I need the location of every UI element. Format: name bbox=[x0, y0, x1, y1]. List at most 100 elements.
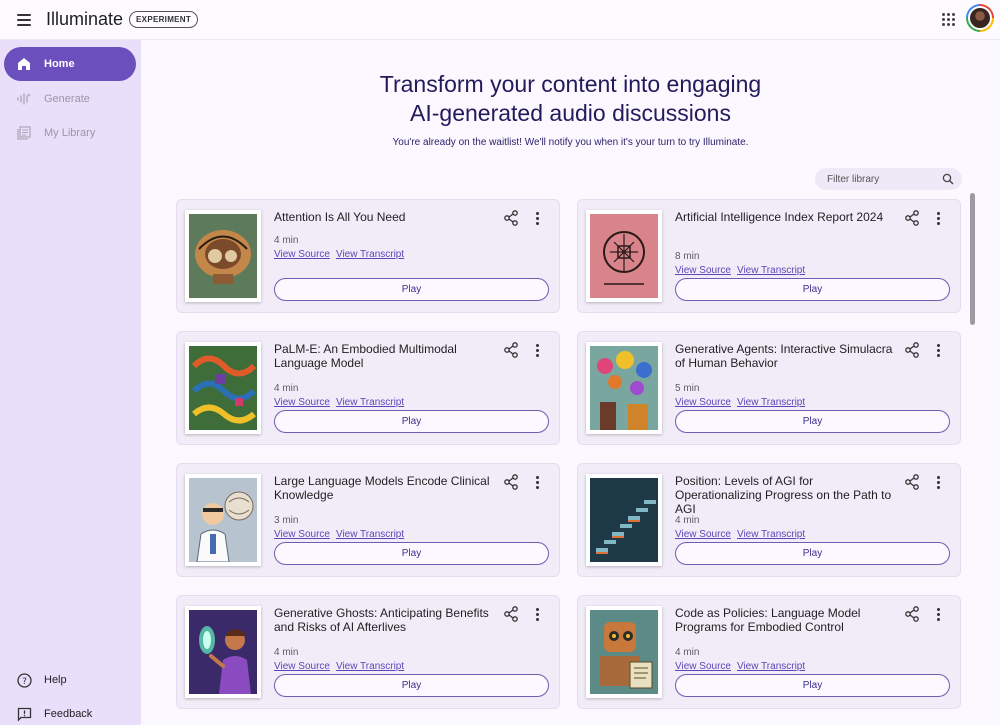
menu-icon[interactable] bbox=[10, 6, 38, 34]
card-links: View Source View Transcript bbox=[274, 661, 410, 672]
view-source-link[interactable]: View Source bbox=[675, 529, 731, 540]
sidebar-item-label: Home bbox=[44, 58, 75, 70]
card-title: Position: Levels of AGI for Operationali… bbox=[675, 474, 892, 516]
play-button[interactable]: Play bbox=[675, 542, 950, 565]
view-source-link[interactable]: View Source bbox=[274, 661, 330, 672]
card-title: Artificial Intelligence Index Report 202… bbox=[675, 210, 884, 224]
card-links: View Source View Transcript bbox=[274, 529, 410, 540]
view-source-link[interactable]: View Source bbox=[274, 397, 330, 408]
card-links: View Source View Transcript bbox=[274, 397, 410, 408]
play-button[interactable]: Play bbox=[675, 278, 950, 301]
help-label: Help bbox=[44, 674, 67, 686]
share-icon[interactable] bbox=[904, 210, 920, 226]
card-title: Code as Policies: Language Model Program… bbox=[675, 606, 861, 634]
more-options-icon[interactable] bbox=[533, 606, 541, 622]
experiment-badge: EXPERIMENT bbox=[129, 11, 199, 28]
share-icon[interactable] bbox=[503, 474, 519, 490]
avatar[interactable] bbox=[966, 4, 994, 32]
card-title: Generative Agents: Interactive Simulacra… bbox=[675, 342, 893, 370]
sidebar: Home Generate My Library ? Help Feedback bbox=[0, 40, 141, 725]
card-links: View Source View Transcript bbox=[675, 265, 811, 276]
card-duration: 4 min bbox=[274, 235, 299, 246]
library-icon bbox=[16, 125, 32, 141]
card-links: View Source View Transcript bbox=[675, 661, 811, 672]
waveform-icon bbox=[16, 91, 32, 107]
view-transcript-link[interactable]: View Transcript bbox=[336, 249, 404, 260]
share-icon[interactable] bbox=[503, 210, 519, 226]
card-duration: 4 min bbox=[274, 383, 299, 394]
view-transcript-link[interactable]: View Transcript bbox=[336, 529, 404, 540]
library-card: Large Language Models Encode Clinical Kn… bbox=[176, 463, 560, 577]
help-link[interactable]: ? Help bbox=[4, 666, 136, 694]
share-icon[interactable] bbox=[904, 342, 920, 358]
sidebar-item-label: Generate bbox=[44, 93, 90, 105]
thumbnail-image[interactable] bbox=[185, 474, 261, 566]
more-options-icon[interactable] bbox=[934, 210, 942, 226]
play-button[interactable]: Play bbox=[675, 674, 950, 697]
view-transcript-link[interactable]: View Transcript bbox=[737, 265, 805, 276]
card-duration: 4 min bbox=[675, 647, 700, 658]
view-transcript-link[interactable]: View Transcript bbox=[737, 529, 805, 540]
thumbnail-image[interactable] bbox=[586, 474, 662, 566]
card-duration: 3 min bbox=[274, 515, 299, 526]
card-title: Large Language Models Encode Clinical Kn… bbox=[274, 474, 490, 502]
library-card: Attention Is All You Need 4 min View Sourc… bbox=[176, 199, 560, 313]
play-button[interactable]: Play bbox=[274, 674, 549, 697]
thumbnail-image[interactable] bbox=[185, 606, 261, 698]
thumbnail-image[interactable] bbox=[185, 210, 261, 302]
share-icon[interactable] bbox=[503, 606, 519, 622]
more-options-icon[interactable] bbox=[934, 474, 942, 490]
scrollbar[interactable] bbox=[970, 193, 975, 325]
play-button[interactable]: Play bbox=[274, 410, 549, 433]
sidebar-item-label: My Library bbox=[44, 127, 96, 139]
share-icon[interactable] bbox=[904, 474, 920, 490]
more-options-icon[interactable] bbox=[934, 606, 942, 622]
library-card: PaLM-E: An Embodied Multimodal Language … bbox=[176, 331, 560, 445]
sidebar-item-my-library[interactable]: My Library bbox=[4, 116, 136, 150]
sidebar-item-home[interactable]: Home bbox=[4, 47, 136, 81]
page-title-line-2: AI-generated audio discussions bbox=[410, 100, 731, 126]
play-button[interactable]: Play bbox=[675, 410, 950, 433]
view-transcript-link[interactable]: View Transcript bbox=[737, 397, 805, 408]
filter-placeholder: Filter library bbox=[827, 173, 880, 185]
feedback-icon bbox=[16, 706, 32, 722]
view-transcript-link[interactable]: View Transcript bbox=[737, 661, 805, 672]
view-source-link[interactable]: View Source bbox=[675, 661, 731, 672]
card-duration: 4 min bbox=[274, 647, 299, 658]
search-icon[interactable] bbox=[942, 173, 954, 185]
play-button[interactable]: Play bbox=[274, 542, 549, 565]
share-icon[interactable] bbox=[503, 342, 519, 358]
view-transcript-link[interactable]: View Transcript bbox=[336, 397, 404, 408]
top-app-bar: Illuminate EXPERIMENT bbox=[0, 0, 1000, 40]
share-icon[interactable] bbox=[904, 606, 920, 622]
thumbnail-image[interactable] bbox=[586, 606, 662, 698]
library-card: Position: Levels of AGI for Operationali… bbox=[577, 463, 961, 577]
view-source-link[interactable]: View Source bbox=[675, 397, 731, 408]
more-options-icon[interactable] bbox=[934, 342, 942, 358]
view-source-link[interactable]: View Source bbox=[675, 265, 731, 276]
library-card: Code as Policies: Language Model Program… bbox=[577, 595, 961, 709]
page-title-line-1: Transform your content into engaging bbox=[379, 71, 762, 97]
view-transcript-link[interactable]: View Transcript bbox=[336, 661, 404, 672]
feedback-link[interactable]: Feedback bbox=[4, 700, 136, 725]
more-options-icon[interactable] bbox=[533, 342, 541, 358]
sidebar-item-generate[interactable]: Generate bbox=[4, 82, 136, 116]
thumbnail-image[interactable] bbox=[185, 342, 261, 434]
card-duration: 5 min bbox=[675, 383, 700, 394]
thumbnail-image[interactable] bbox=[586, 210, 662, 302]
apps-grid-icon[interactable] bbox=[940, 11, 956, 27]
help-icon: ? bbox=[16, 672, 32, 688]
feedback-label: Feedback bbox=[44, 708, 93, 720]
library-card: Generative Agents: Interactive Simulacra… bbox=[577, 331, 961, 445]
view-source-link[interactable]: View Source bbox=[274, 249, 330, 260]
more-options-icon[interactable] bbox=[533, 474, 541, 490]
more-options-icon[interactable] bbox=[533, 210, 541, 226]
svg-text:?: ? bbox=[22, 677, 27, 687]
library-card: Generative Ghosts: Anticipating Benefits… bbox=[176, 595, 560, 709]
library-card: Artificial Intelligence Index Report 202… bbox=[577, 199, 961, 313]
filter-library-input[interactable]: Filter library bbox=[815, 168, 962, 190]
view-source-link[interactable]: View Source bbox=[274, 529, 330, 540]
play-button[interactable]: Play bbox=[274, 278, 549, 301]
app-title: Illuminate bbox=[46, 9, 124, 29]
thumbnail-image[interactable] bbox=[586, 342, 662, 434]
